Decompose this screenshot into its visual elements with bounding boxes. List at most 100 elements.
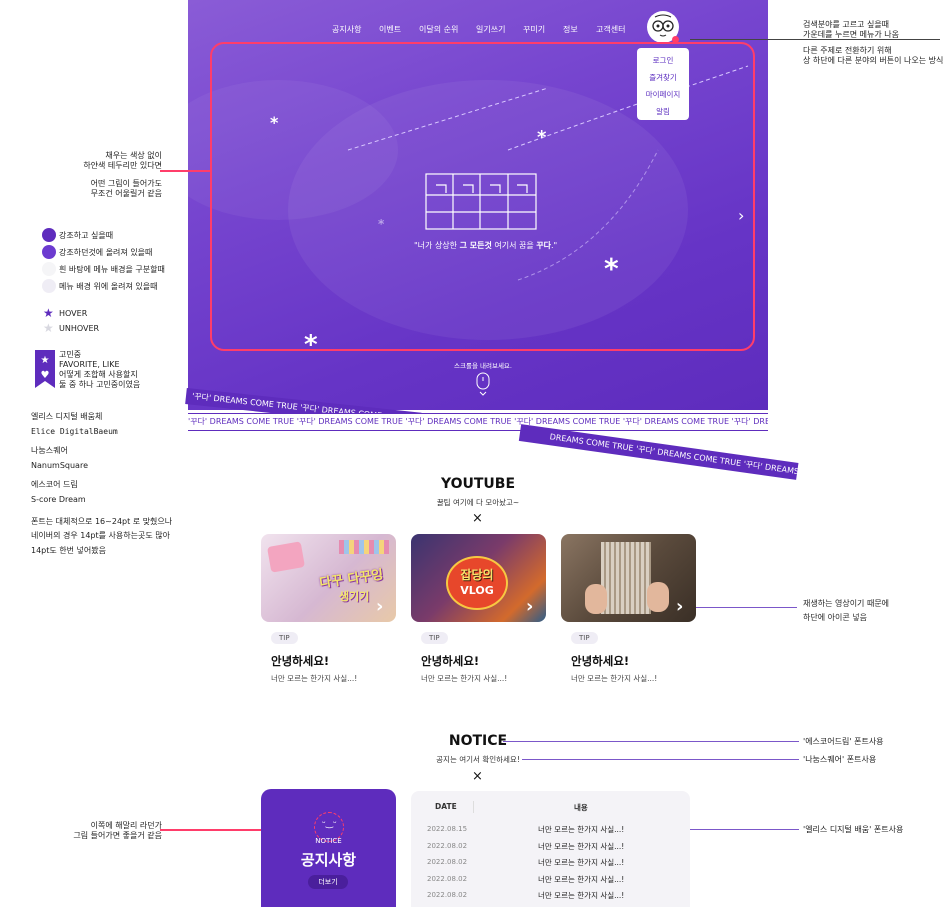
video-note: 재생하는 영상이기 때문에 하단에 아이콘 넣음 [803, 597, 889, 624]
card-title[interactable]: 안녕하세요! [421, 653, 479, 669]
table-row[interactable]: 너만 모르는 한가지 사실...! [538, 874, 624, 885]
row-date: 2022.08.02 [427, 858, 468, 866]
note-line: 상 하단에 다른 분야의 버튼이 나오는 방식 [803, 56, 944, 65]
table-row[interactable]: 너만 모르는 한가지 사실...! [538, 824, 624, 835]
annotation-line [692, 607, 797, 608]
youtube-title: YOUTUBE [440, 476, 516, 492]
card-tag: TIP [271, 632, 298, 644]
font-note-title: '에스코어드림' 폰트사용 [803, 737, 884, 746]
svg-text:★: ★ [41, 355, 50, 366]
bookmark-icon: ★ ♥ [35, 350, 55, 388]
legend-label: 강조하던것에 올려져 있을때 [59, 248, 153, 257]
note-line: 둘 중 하나 고민중이였음 [59, 380, 141, 389]
thumb-paper-stack [601, 542, 651, 614]
play-arrow-icon: › [676, 596, 684, 617]
notice-table: DATE 내용 2022.08.15 너만 모르는 한가지 사실...! 202… [411, 791, 690, 907]
legend-light-dot [42, 262, 56, 276]
note-line: 네이버의 경우 14pt를 사용하는곳도 많아 [31, 531, 170, 541]
table-row[interactable]: 너만 모르는 한가지 사실...! [538, 841, 624, 852]
thumb-hand [585, 584, 607, 614]
star-decor-icon: * [604, 252, 619, 285]
video-thumbnail-3[interactable]: › [561, 534, 696, 622]
row-date: 2022.08.02 [427, 875, 468, 883]
font-sample: S-core Dream [31, 495, 86, 504]
legend-label: 메뉴 배경 위에 올려져 있을때 [59, 282, 158, 291]
nav-diary[interactable]: 일기쓰기 [476, 24, 505, 35]
note-line: 무조건 어울릴거 같음 [90, 189, 162, 198]
star-hover-icon: ★ [43, 306, 54, 320]
menu-mypage[interactable]: 마이페이지 [637, 89, 689, 100]
note-line: FAVORITE, LIKE [59, 360, 120, 369]
note-line: 그림 들어가면 좋을거 같음 [73, 831, 162, 840]
font-note-list: '엘리스 디지털 배움' 폰트사용 [803, 825, 904, 834]
ribbon-flat: '꾸다' DREAMS COME TRUE '꾸다' DREAMS COME T… [188, 413, 768, 431]
font-name: 에스코어 드림 [31, 480, 78, 489]
legend-label: 강조하고 싶을때 [59, 231, 114, 240]
note-line: 검색분야를 고르고 싶을때 [803, 20, 890, 29]
thumb-hand [647, 582, 669, 612]
nav-decorate[interactable]: 꾸미기 [523, 24, 545, 35]
play-arrow-icon: › [376, 596, 384, 617]
card-title[interactable]: 안녕하세요! [571, 653, 629, 669]
font-sample-nanum: 나눔스퀘어 NanumSquare [31, 446, 88, 471]
note-line: 하단에 아이콘 넣음 [803, 612, 867, 622]
notice-card-label: NOTICE [315, 837, 342, 845]
menu-favorites[interactable]: 즐겨찾기 [637, 72, 689, 83]
legend-label: 흰 바탕에 메뉴 배경을 구분할때 [59, 265, 165, 274]
menu-alerts[interactable]: 알림 [637, 106, 689, 117]
card-tag: TIP [571, 632, 598, 644]
header-divider [473, 801, 474, 813]
table-row[interactable]: 너만 모르는 한가지 사실...! [538, 890, 624, 901]
menu-login[interactable]: 로그인 [637, 55, 689, 66]
legend-hover-dot [42, 245, 56, 259]
svg-text:♥: ♥ [41, 370, 50, 381]
table-header-date: DATE [435, 802, 457, 811]
nav-event[interactable]: 이벤트 [379, 24, 401, 35]
ribbon-lower: DREAMS COME TRUE '꾸다' DREAMS COME TRUE '… [518, 424, 799, 480]
note-line: 14pt도 한번 넣어봤음 [31, 545, 106, 555]
note-line: 어떤 그림이 들어가도 [90, 179, 162, 188]
menu-note: 검색분야를 고르고 싶을때 가운데를 누르면 메뉴가 나옴 다른 주제로 전환하… [803, 20, 943, 66]
nav-customer-center[interactable]: 고객센터 [596, 24, 625, 35]
card-title[interactable]: 안녕하세요! [271, 653, 329, 669]
star-decor-icon: * [304, 330, 318, 360]
card-tag: TIP [421, 632, 448, 644]
notice-subtitle: 공지는 여기서 확인하세요! [436, 755, 520, 764]
star-unhover-label: UNHOVER [59, 324, 100, 333]
font-name: 엘리스 디지털 배움체 [31, 412, 103, 421]
nav-monthly-ranking[interactable]: 이달의 순위 [419, 24, 458, 35]
note-line: 고민중 [59, 350, 82, 359]
font-sample-elice: 엘리스 디지털 배움체 Elice DigitalBaeum [31, 412, 118, 437]
table-row[interactable]: 너만 모르는 한가지 사실...! [538, 857, 624, 868]
font-sample: NanumSquare [31, 461, 88, 470]
next-slide-arrow-icon[interactable]: › [738, 206, 744, 225]
video-thumbnail-2[interactable]: 잡당의 VLOG › [411, 534, 546, 622]
nav-notice[interactable]: 공지사항 [332, 24, 361, 35]
bookmark-note: 고민중 FAVORITE, LIKE 어떻게 조합해 사용할지 둘 중 하나 고… [59, 350, 140, 390]
annotation-line [522, 759, 799, 760]
note-line: 하얀색 테두리만 있다면 [83, 161, 162, 170]
annotation-line [503, 741, 799, 742]
nav-info[interactable]: 정보 [563, 24, 578, 35]
thumb-tape [339, 540, 389, 554]
font-sample: Elice DigitalBaeum [31, 427, 118, 436]
note-line: 폰트는 대체적으로 16~24pt 로 맞췄으나 [31, 517, 173, 526]
thumb-caption: VLOG [460, 584, 494, 597]
close-icon[interactable]: × [472, 769, 483, 784]
scroll-hint: 스크롤을 내려보세요. [454, 362, 512, 370]
video-thumbnail-1[interactable]: 다꾸 다꾸잉 생기기 › [261, 534, 396, 622]
more-button[interactable]: 더보기 [308, 875, 348, 889]
note-line: 어떻게 조합해 사용할지 [59, 370, 138, 379]
youtube-subtitle: 꿀팁 여기에 다 모아놨고~ [436, 498, 520, 507]
row-date: 2022.08.15 [427, 825, 468, 833]
frame-note: 채우는 색상 없이 하얀색 테두리만 있다면 어떤 그림이 들어가도 무조건 어… [60, 151, 162, 199]
user-dropdown-menu: 로그인 즐겨찾기 마이페이지 알림 [637, 48, 689, 120]
close-icon[interactable]: × [472, 511, 483, 526]
font-name: 나눔스퀘어 [31, 446, 68, 455]
thumb-caption: 잡당의 [460, 568, 494, 582]
notice-title: NOTICE [448, 733, 508, 749]
star-hover-label: HOVER [59, 309, 88, 318]
thumb-badge [446, 556, 508, 610]
star-unhover-icon: ★ [43, 321, 54, 335]
notice-note: 이쪽에 해말리 라던가 그림 들어가면 좋을거 같음 [50, 821, 162, 841]
